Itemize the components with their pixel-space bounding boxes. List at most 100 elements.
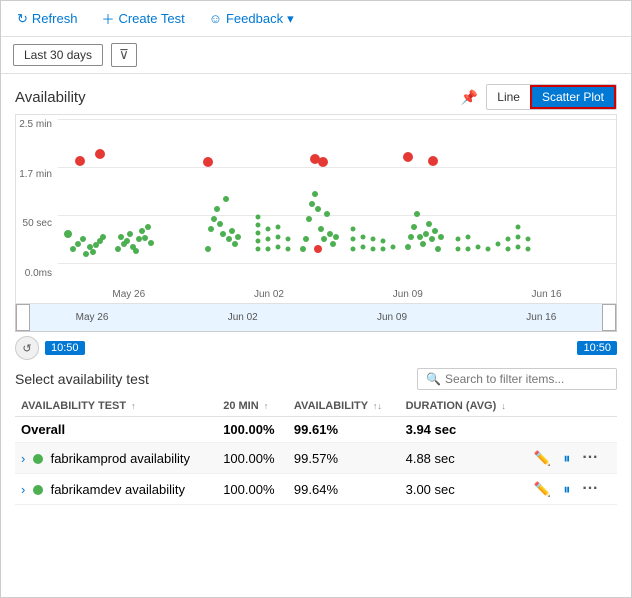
timeline-left-handle[interactable]: [16, 304, 30, 331]
expand-icon-0[interactable]: ›: [21, 451, 25, 466]
search-box[interactable]: 🔍: [417, 368, 617, 390]
search-icon: 🔍: [426, 372, 441, 386]
chart-title: Availability: [15, 89, 86, 106]
x-label-2: Jun 09: [393, 289, 423, 300]
x-label-0: May 26: [112, 289, 145, 300]
x-label-3: Jun 16: [532, 289, 562, 300]
end-time-badge: 10:50: [577, 341, 617, 355]
chart-plot-area: [58, 119, 612, 283]
availability-table: AVAILABILITY TEST ↑ 20 MIN ↑ AVAILABILIT…: [15, 396, 617, 505]
row1-pause-button[interactable]: ⏸: [560, 449, 573, 468]
col-availability-test: AVAILABILITY TEST ↑: [15, 396, 217, 417]
chart-controls: 📌 Line Scatter Plot: [459, 84, 617, 110]
y-label-0: 2.5 min: [18, 119, 56, 130]
overall-name: Overall: [15, 417, 217, 443]
sort-icon-3[interactable]: ↓: [501, 401, 506, 411]
table-section: Select availability test 🔍 AVAILABILITY …: [15, 368, 617, 505]
sort-icon-2[interactable]: ↑↓: [373, 401, 382, 411]
table-row-overall: Overall 100.00% 99.61% 3.94 sec: [15, 417, 617, 443]
refresh-icon: ↻: [17, 11, 28, 27]
toolbar: ↻ Refresh ＋ Create Test ☺ Feedback ▾: [1, 1, 631, 37]
row2-edit-button[interactable]: ✏️: [531, 480, 554, 499]
time-range-bar: ↺ 10:50 10:50: [15, 334, 617, 362]
row1-action-btns: ✏️ ⏸ ···: [531, 448, 611, 468]
timeline-reset-button[interactable]: ↺: [15, 336, 39, 360]
y-label-3: 0.0ms: [18, 268, 56, 279]
filter-bar: Last 30 days ⊽: [1, 37, 631, 74]
row2-availability: 99.64%: [288, 474, 400, 505]
main-content: Availability 📌 Line Scatter Plot 2.5 min…: [1, 74, 631, 505]
row1-edit-button[interactable]: ✏️: [531, 449, 554, 468]
status-dot-0: [33, 454, 43, 464]
row1-duration: 4.88 sec: [400, 443, 525, 474]
row1-availability: 99.57%: [288, 443, 400, 474]
create-test-label: Create Test: [118, 11, 184, 26]
row1-min20: 100.00%: [217, 443, 288, 474]
row2-action-btns: ✏️ ⏸ ···: [531, 479, 611, 499]
table-section-title: Select availability test: [15, 371, 149, 387]
scatter-svg: [58, 119, 612, 283]
col-duration: DURATION (AVG) ↓: [400, 396, 525, 417]
col-availability: AVAILABILITY ↑↓: [288, 396, 400, 417]
timeline-area[interactable]: May 26 Jun 02 Jun 09 Jun 16: [15, 304, 617, 332]
overall-actions: [525, 417, 617, 443]
smiley-icon: ☺: [209, 11, 222, 26]
scatter-view-button[interactable]: Scatter Plot: [530, 85, 616, 109]
col-20min: 20 MIN ↑: [217, 396, 288, 417]
col-actions-header: [525, 396, 617, 417]
tl-label-2: Jun 09: [377, 312, 407, 323]
tl-label-0: May 26: [76, 312, 109, 323]
x-label-1: Jun 02: [254, 289, 284, 300]
chart-x-labels: May 26 Jun 02 Jun 09 Jun 16: [58, 285, 616, 303]
chart-header: Availability 📌 Line Scatter Plot: [15, 84, 617, 110]
overall-availability: 99.61%: [288, 417, 400, 443]
overall-duration: 3.94 sec: [400, 417, 525, 443]
chevron-down-icon: ▾: [287, 11, 294, 27]
row2-more-button[interactable]: ···: [579, 479, 601, 499]
row2-name: › fabrikamdev availability: [15, 474, 217, 505]
tl-label-3: Jun 16: [526, 312, 556, 323]
timeline-wrapper: May 26 Jun 02 Jun 09 Jun 16: [15, 304, 617, 332]
create-test-button[interactable]: ＋ Create Test: [97, 7, 188, 30]
sort-icon-0[interactable]: ↑: [131, 401, 136, 411]
sort-icon-1[interactable]: ↑: [264, 401, 269, 411]
row2-name-text: fabrikamdev availability: [51, 482, 185, 497]
y-label-2: 50 sec: [18, 218, 56, 229]
plus-icon: ＋: [101, 9, 114, 28]
row2-duration: 3.00 sec: [400, 474, 525, 505]
row1-more-button[interactable]: ···: [579, 448, 601, 468]
line-view-button[interactable]: Line: [487, 85, 530, 109]
date-range-label: Last 30 days: [24, 48, 92, 62]
pin-button[interactable]: 📌: [459, 87, 480, 108]
row2-actions: ✏️ ⏸ ···: [525, 474, 617, 505]
timeline-right-handle[interactable]: [602, 304, 616, 331]
start-time-badge: 10:50: [45, 341, 85, 355]
filter-funnel-button[interactable]: ⊽: [111, 43, 137, 67]
funnel-icon: ⊽: [119, 47, 129, 62]
overall-min20: 100.00%: [217, 417, 288, 443]
time-range-left: ↺ 10:50: [15, 336, 85, 360]
row1-actions: ✏️ ⏸ ···: [525, 443, 617, 474]
chart-section: Availability 📌 Line Scatter Plot 2.5 min…: [15, 84, 617, 362]
table-header: AVAILABILITY TEST ↑ 20 MIN ↑ AVAILABILIT…: [15, 396, 617, 417]
table-header-row: Select availability test 🔍: [15, 368, 617, 390]
timeline-x-labels: May 26 Jun 02 Jun 09 Jun 16: [16, 304, 616, 331]
chart-area: 2.5 min 1.7 min 50 sec 0.0ms: [15, 114, 617, 304]
chart-y-labels: 2.5 min 1.7 min 50 sec 0.0ms: [16, 115, 58, 283]
date-range-button[interactable]: Last 30 days: [13, 44, 103, 66]
refresh-button[interactable]: ↻ Refresh: [13, 9, 81, 29]
expand-icon-1[interactable]: ›: [21, 482, 25, 497]
view-toggle: Line Scatter Plot: [486, 84, 617, 110]
feedback-label: Feedback: [226, 11, 283, 26]
tl-label-1: Jun 02: [228, 312, 258, 323]
table-row[interactable]: › fabrikamdev availability 100.00% 99.64…: [15, 474, 617, 505]
row1-name: › fabrikamprod availability: [15, 443, 217, 474]
table-row[interactable]: › fabrikamprod availability 100.00% 99.5…: [15, 443, 617, 474]
feedback-button[interactable]: ☺ Feedback ▾: [205, 9, 298, 29]
row2-min20: 100.00%: [217, 474, 288, 505]
row1-name-text: fabrikamprod availability: [51, 451, 190, 466]
refresh-label: Refresh: [32, 11, 78, 26]
search-input[interactable]: [445, 372, 608, 386]
row2-pause-button[interactable]: ⏸: [560, 480, 573, 499]
y-label-1: 1.7 min: [18, 169, 56, 180]
